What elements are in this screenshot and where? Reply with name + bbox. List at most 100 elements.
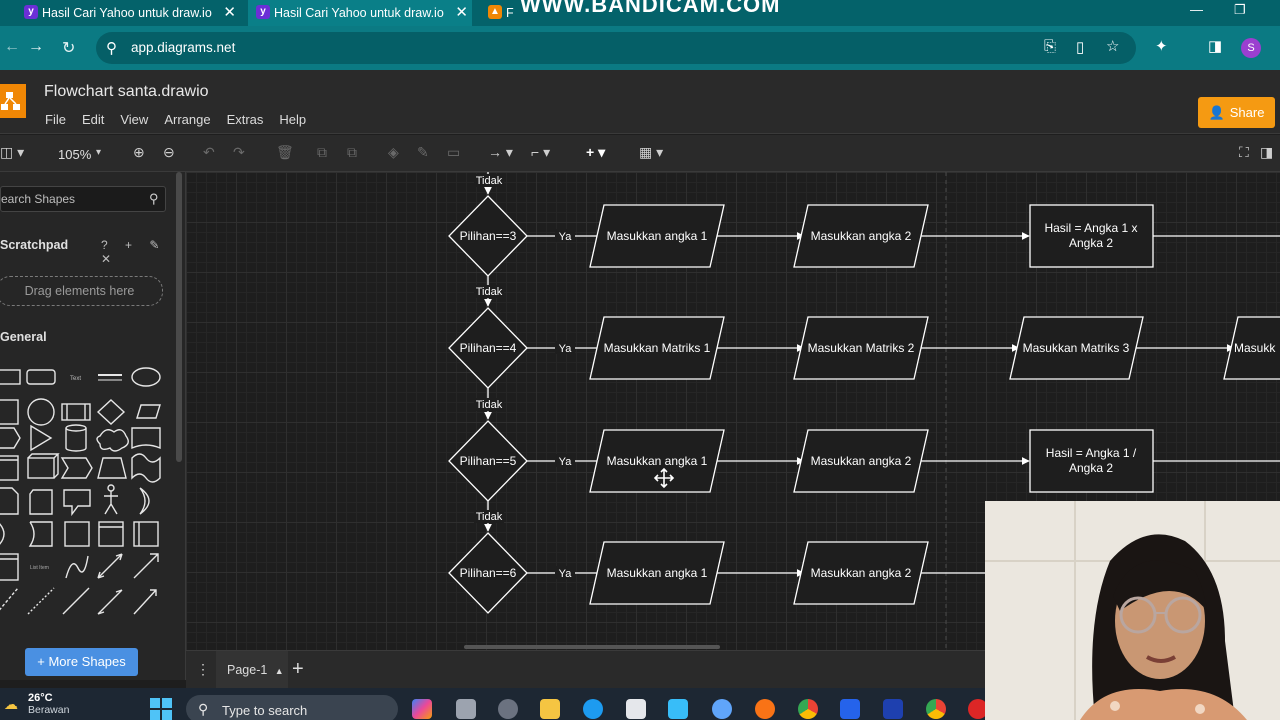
insert-icon[interactable]: + ▾ [586, 144, 605, 161]
add-page-icon[interactable]: + [292, 658, 304, 681]
taskbar-search-placeholder: Type to search [222, 703, 308, 718]
menu-help[interactable]: Help [279, 112, 306, 127]
windows-start-icon[interactable] [150, 698, 172, 720]
general-shapes-palette[interactable]: Text List Item [0, 364, 176, 624]
page-icon[interactable]: ▯ [1076, 38, 1084, 56]
undo-icon[interactable]: ↶ [203, 144, 215, 161]
format-toggle-icon[interactable]: ◨ [1260, 144, 1273, 161]
chrome-icon[interactable] [798, 699, 818, 719]
to-back-icon[interactable]: ⧉ [347, 144, 357, 161]
shadow-icon[interactable]: ▭ [447, 144, 460, 161]
page-tab[interactable]: Page-1 ▲ [216, 651, 288, 689]
browser-tabbar: y Hasil Cari Yahoo untuk draw.io ✕ y Has… [0, 0, 1280, 26]
flow-row-4: Pilihan==6 Ya Masukkan angka 1 Masukkan … [448, 532, 986, 614]
back-icon[interactable]: ← [4, 38, 20, 56]
flow-row-3: Pilihan==5 Ya Masukkan angka 1 Masukkan … [448, 420, 1280, 502]
share-button[interactable]: 👤 Share [1198, 97, 1275, 128]
table-icon[interactable]: ▦ ▾ [639, 144, 663, 161]
format-panel-icon[interactable]: ◫ ▾ [0, 144, 24, 161]
tidak-label: Tidak [476, 175, 503, 187]
menu-arrange[interactable]: Arrange [164, 112, 210, 127]
store-icon[interactable] [626, 699, 646, 719]
zoom-select[interactable]: 105% [58, 147, 91, 162]
input-label: Masukkan angka 2 [811, 229, 912, 243]
ya-label: Ya [559, 231, 573, 243]
extensions-icon[interactable]: ✦ [1155, 37, 1168, 55]
zoom-out-icon[interactable]: ⊖ [163, 144, 175, 161]
line-color-icon[interactable]: ✎ [417, 144, 429, 161]
toolbar: ◫ ▾ 105% ▾ ⊕ ⊖ ↶ ↷ 🗑 ⧉ ⧉ ◈ ✎ ▭ → ▾ ⌐ ▾ +… [0, 135, 1280, 172]
search-icon[interactable]: ⚲ [149, 191, 159, 207]
vscode-icon[interactable] [840, 699, 860, 719]
restore-icon[interactable]: ❐ [1234, 2, 1246, 18]
flow-row-2: Pilihan==4 Ya Masukkan Matriks 1 Masukka… [448, 307, 1280, 389]
redo-icon[interactable]: ↷ [233, 144, 245, 161]
chat-icon[interactable] [498, 699, 518, 719]
input-label: Masukkan Matriks 1 [604, 341, 711, 355]
menu-view[interactable]: View [120, 112, 148, 127]
profile-avatar[interactable]: S [1241, 38, 1261, 58]
site-info-icon[interactable]: ⚲ [106, 39, 117, 57]
zoom-in-icon[interactable]: ⊕ [133, 144, 145, 161]
file-explorer-icon[interactable] [540, 699, 560, 719]
url-field[interactable] [96, 32, 1136, 64]
chrome-profile-icon[interactable] [926, 699, 946, 719]
minimize-icon[interactable]: — [1190, 2, 1203, 17]
browser-tab-2[interactable]: y Hasil Cari Yahoo untuk draw.io ✕ [248, 0, 472, 26]
menubar: File Edit View Arrange Extras Help [45, 112, 322, 127]
app-header: Flowchart santa.drawio File Edit View Ar… [0, 70, 1280, 134]
copilot-icon[interactable] [412, 699, 432, 719]
menu-file[interactable]: File [45, 112, 66, 127]
search-shapes-input[interactable]: earch Shapes ⚲ [0, 186, 166, 212]
tidak-label: Tidak [476, 286, 503, 298]
scratchpad-dropzone[interactable]: Drag elements here [0, 276, 163, 306]
menu-edit[interactable]: Edit [82, 112, 104, 127]
scratchpad-tools[interactable]: ? + ✎ ✕ [101, 238, 185, 266]
zoom-dropdown-icon[interactable]: ▾ [96, 147, 101, 158]
sidepanel-icon[interactable]: ◨ [1208, 37, 1222, 55]
flow-row-1: Pilihan==3 Ya Masukkan angka 1 Masukkan … [448, 195, 1280, 277]
canvas-hscrollbar[interactable] [464, 645, 720, 649]
app-icon[interactable] [668, 699, 688, 719]
menu-extras[interactable]: Extras [227, 112, 264, 127]
fill-color-icon[interactable]: ◈ [388, 144, 399, 161]
decision-label: Pilihan==6 [460, 566, 517, 580]
decision-label: Pilihan==5 [460, 454, 517, 468]
share-label: Share [1229, 105, 1265, 120]
ya-label: Ya [559, 568, 573, 580]
cloud-sun-icon: ☁ [4, 696, 18, 712]
browser-tab-1[interactable]: y Hasil Cari Yahoo untuk draw.io ✕ [16, 0, 240, 26]
connection-icon[interactable]: → ▾ [488, 144, 513, 161]
more-shapes-button[interactable]: + More Shapes [25, 648, 138, 676]
chevron-up-icon[interactable]: ▲ [275, 666, 284, 676]
app-icon[interactable] [712, 699, 732, 719]
taskbar-search[interactable]: ⚲ Type to search [186, 695, 398, 720]
waypoints-icon[interactable]: ⌐ ▾ [531, 144, 550, 161]
word-icon[interactable] [883, 699, 903, 719]
input-label: Masukkan Matriks 3 [1023, 341, 1130, 355]
drawio-icon: ▲ [488, 5, 502, 19]
delete-icon[interactable]: 🗑 [276, 144, 294, 161]
task-view-icon[interactable] [456, 699, 476, 719]
close-tab-icon[interactable]: ✕ [455, 3, 468, 21]
yahoo-icon: y [256, 5, 270, 19]
reload-icon[interactable]: ↻ [62, 38, 75, 58]
pages-menu-icon[interactable]: ⋮ [196, 661, 210, 678]
browser-tab-title: Hasil Cari Yahoo untuk draw.io [274, 6, 444, 20]
ya-label: Ya [559, 456, 573, 468]
fullscreen-icon[interactable]: ⛶ [1239, 144, 1249, 161]
document-title[interactable]: Flowchart santa.drawio [44, 83, 209, 101]
bookmark-star-icon[interactable]: ☆ [1106, 37, 1119, 55]
general-title[interactable]: General [0, 330, 47, 344]
sidebar-scrollbar[interactable] [176, 172, 182, 462]
firefox-icon[interactable] [755, 699, 775, 719]
forward-icon[interactable]: → [28, 38, 44, 56]
to-front-icon[interactable]: ⧉ [317, 144, 327, 161]
install-app-icon[interactable]: ⎘ [1044, 38, 1056, 55]
decision-label: Pilihan==3 [460, 229, 517, 243]
input-label: Masukkan angka 1 [607, 566, 708, 580]
scratchpad-title[interactable]: Scratchpad [0, 238, 68, 252]
close-tab-icon[interactable]: ✕ [223, 3, 236, 21]
webcam-presenter-image [985, 501, 1280, 720]
edge-icon[interactable] [583, 699, 603, 719]
